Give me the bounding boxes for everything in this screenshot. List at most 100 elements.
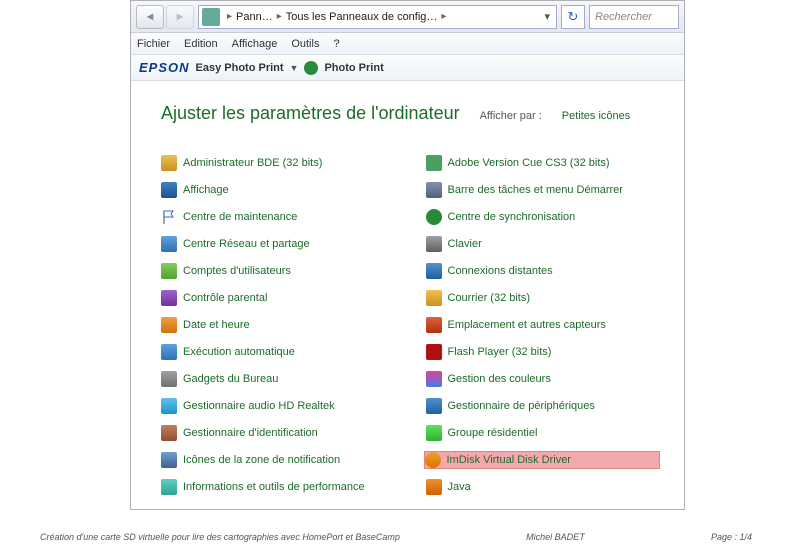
address-bar: ◄ ► ▸ Pann… ▸ Tous les Panneaux de confi… — [131, 1, 684, 33]
java-icon — [426, 479, 442, 495]
document-footer: Création d'une carte SD virtuelle pour l… — [40, 532, 752, 542]
control-panel-icon — [202, 8, 220, 26]
control-panel-item[interactable]: Affichage — [161, 181, 396, 199]
control-panel-item[interactable]: Adobe Version Cue CS3 (32 bits) — [426, 154, 661, 172]
color-icon — [426, 371, 442, 387]
control-panel-item[interactable]: Administrateur BDE (32 bits) — [161, 154, 396, 172]
menu-edit[interactable]: Edition — [184, 38, 218, 50]
control-panel-item-label: Contrôle parental — [183, 292, 267, 304]
control-panel-item[interactable]: Exécution automatique — [161, 343, 396, 361]
control-panel-item-label: Date et heure — [183, 319, 250, 331]
home-icon — [426, 425, 442, 441]
menu-tools[interactable]: Outils — [291, 38, 319, 50]
control-panel-item-label: Clavier — [448, 238, 482, 250]
control-panel-grid: Administrateur BDE (32 bits) Affichage Cen… — [161, 154, 660, 496]
control-panel-item-label: Connexions distantes — [448, 265, 553, 277]
tray-icon — [161, 452, 177, 468]
footer-title: Création d'une carte SD virtuelle pour l… — [40, 532, 400, 542]
control-panel-item[interactable]: Gestionnaire de périphériques — [426, 397, 661, 415]
control-panel-item[interactable]: Connexions distantes — [426, 262, 661, 280]
control-panel-item[interactable]: Clavier — [426, 235, 661, 253]
control-panel-item-label: Gadgets du Bureau — [183, 373, 278, 385]
breadcrumb-item[interactable]: Pann… — [236, 11, 273, 23]
exec-icon — [161, 344, 177, 360]
control-panel-item[interactable]: Centre de maintenance — [161, 208, 396, 226]
task-icon — [426, 182, 442, 198]
control-panel-item[interactable]: Java — [426, 478, 661, 496]
kb-icon — [426, 236, 442, 252]
chevron-right-icon: ▸ — [223, 11, 236, 22]
easy-photo-print-button[interactable]: Easy Photo Print — [196, 62, 284, 74]
control-panel-item[interactable]: Icônes de la zone de notification — [161, 451, 396, 469]
menu-file[interactable]: Fichier — [137, 38, 170, 50]
control-panel-item-label: Java — [448, 481, 471, 493]
control-panel-item-label: Gestionnaire de périphériques — [448, 400, 595, 412]
flag-icon — [161, 209, 177, 225]
control-panel-item[interactable]: Gestionnaire audio HD Realtek — [161, 397, 396, 415]
menu-view[interactable]: Affichage — [232, 38, 278, 50]
gad-icon — [161, 371, 177, 387]
control-panel-item-label: Groupe résidentiel — [448, 427, 538, 439]
id-icon — [161, 425, 177, 441]
control-panel-item-label: Barre des tâches et menu Démarrer — [448, 184, 623, 196]
control-panel-item[interactable]: Flash Player (32 bits) — [426, 343, 661, 361]
control-panel-item[interactable]: Date et heure — [161, 316, 396, 334]
dev-icon — [426, 398, 442, 414]
flash-icon — [426, 344, 442, 360]
control-panel-item[interactable]: Centre de synchronisation — [426, 208, 661, 226]
forward-button: ► — [166, 5, 194, 29]
column-right: Adobe Version Cue CS3 (32 bits) Barre des… — [426, 154, 661, 496]
control-panel-item-label: Administrateur BDE (32 bits) — [183, 157, 322, 169]
back-button[interactable]: ◄ — [136, 5, 164, 29]
control-panel-item-label: Gestionnaire d'identification — [183, 427, 318, 439]
breadcrumb-item[interactable]: Tous les Panneaux de config… — [286, 11, 438, 23]
rdp-icon — [426, 263, 442, 279]
control-panel-item[interactable]: Gestion des couleurs — [426, 370, 661, 388]
snd-icon — [161, 398, 177, 414]
control-panel-item-label: Comptes d'utilisateurs — [183, 265, 291, 277]
control-panel-item[interactable]: Barre des tâches et menu Démarrer — [426, 181, 661, 199]
control-panel-item[interactable]: Courrier (32 bits) — [426, 289, 661, 307]
control-panel-item[interactable]: Emplacement et autres capteurs — [426, 316, 661, 334]
aff-icon — [161, 182, 177, 198]
menu-help[interactable]: ? — [333, 38, 339, 50]
control-panel-item[interactable]: ImDisk Virtual Disk Driver — [424, 451, 661, 469]
chevron-right-icon: ▸ — [437, 11, 450, 22]
epson-logo: EPSON — [139, 60, 190, 75]
control-panel-item[interactable]: Groupe résidentiel — [426, 424, 661, 442]
heading-row: Ajuster les paramètres de l'ordinateur A… — [161, 103, 660, 124]
menu-bar: Fichier Edition Affichage Outils ? — [131, 33, 684, 55]
adobe-icon — [426, 155, 442, 171]
footer-page: Page : 1/4 — [711, 532, 752, 542]
control-panel-item[interactable]: Comptes d'utilisateurs — [161, 262, 396, 280]
date-icon — [161, 317, 177, 333]
control-panel-item-label: ImDisk Virtual Disk Driver — [447, 454, 571, 466]
par-icon — [161, 290, 177, 306]
imdisk-icon — [425, 452, 441, 468]
control-panel-item[interactable]: Contrôle parental — [161, 289, 396, 307]
control-panel-item-label: Adobe Version Cue CS3 (32 bits) — [448, 157, 610, 169]
control-panel-item-label: Informations et outils de performance — [183, 481, 365, 493]
dropdown-arrow-icon[interactable]: ▼ — [290, 63, 299, 73]
view-by-dropdown[interactable]: Petites icônes — [562, 110, 630, 122]
nav-buttons: ◄ ► — [136, 5, 194, 29]
photo-print-button[interactable]: Photo Print — [324, 62, 383, 74]
control-panel-item-label: Flash Player (32 bits) — [448, 346, 552, 358]
breadcrumb[interactable]: ▸ Pann… ▸ Tous les Panneaux de config… ▸… — [198, 5, 557, 29]
control-panel-item-label: Courrier (32 bits) — [448, 292, 531, 304]
search-input[interactable]: Rechercher — [589, 5, 679, 29]
column-left: Administrateur BDE (32 bits) Affichage Cen… — [161, 154, 396, 496]
loc-icon — [426, 317, 442, 333]
control-panel-item-label: Gestion des couleurs — [448, 373, 551, 385]
window-frame: ◄ ► ▸ Pann… ▸ Tous les Panneaux de confi… — [130, 0, 685, 510]
control-panel-item-label: Icônes de la zone de notification — [183, 454, 340, 466]
refresh-button[interactable]: ↻ — [561, 5, 585, 29]
control-panel-item[interactable]: Informations et outils de performance — [161, 478, 396, 496]
control-panel-item-label: Centre de synchronisation — [448, 211, 576, 223]
epson-toolbar: EPSON Easy Photo Print ▼ Photo Print — [131, 55, 684, 81]
control-panel-item-label: Affichage — [183, 184, 229, 196]
control-panel-item[interactable]: Gestionnaire d'identification — [161, 424, 396, 442]
chevron-down-icon[interactable]: ▾ — [538, 10, 556, 23]
control-panel-item[interactable]: Centre Réseau et partage — [161, 235, 396, 253]
control-panel-item[interactable]: Gadgets du Bureau — [161, 370, 396, 388]
